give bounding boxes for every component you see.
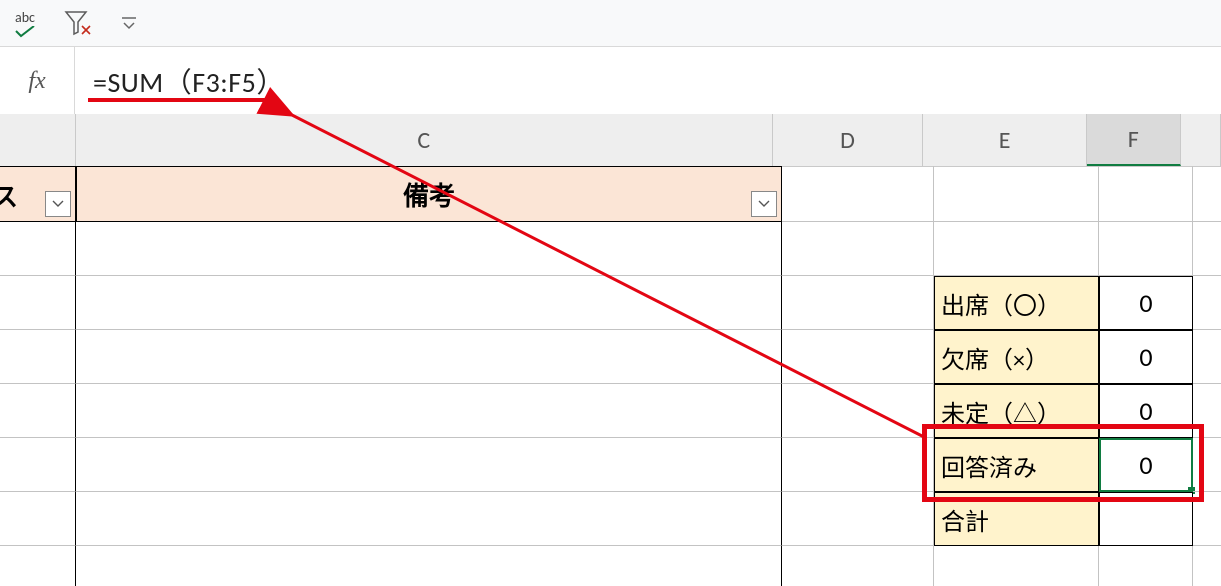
column-header-d[interactable]: D — [773, 114, 924, 166]
summary-value-cell[interactable]: 0 — [1099, 384, 1193, 438]
cell[interactable] — [782, 546, 934, 586]
cell[interactable] — [0, 546, 76, 586]
check-icon — [14, 26, 36, 38]
formula-text: =SUM（F3:F5） — [93, 61, 285, 101]
cell[interactable] — [0, 384, 76, 438]
abc-check-button[interactable]: abc — [14, 9, 36, 38]
cell[interactable] — [1193, 438, 1221, 492]
header-cell-b: 備考 — [76, 166, 782, 222]
truncated-text: ス — [0, 177, 18, 214]
fx-button[interactable]: fx — [0, 47, 75, 115]
cell[interactable] — [1193, 276, 1221, 330]
table-row: 合計 — [0, 492, 1221, 546]
table-row: 回答済み 0 — [0, 438, 1221, 492]
cell[interactable] — [76, 222, 782, 276]
abc-label: abc — [15, 9, 35, 26]
cell[interactable] — [782, 166, 934, 222]
cell[interactable] — [934, 166, 1099, 222]
cell[interactable] — [1099, 166, 1193, 222]
cell[interactable] — [782, 492, 934, 546]
cell[interactable] — [782, 330, 934, 384]
cell[interactable] — [1193, 546, 1221, 586]
table-row: ス 備考 — [0, 166, 1221, 222]
chevron-down-icon — [52, 200, 64, 208]
cell[interactable] — [0, 492, 76, 546]
summary-label-cell[interactable]: 未定（△） — [934, 384, 1099, 438]
column-header-e[interactable]: E — [923, 114, 1087, 166]
cell[interactable] — [76, 546, 782, 586]
cell[interactable] — [1193, 330, 1221, 384]
cell[interactable] — [76, 384, 782, 438]
cell[interactable] — [76, 438, 782, 492]
table-row — [0, 222, 1221, 276]
summary-label-cell[interactable]: 欠席（×） — [934, 330, 1099, 384]
table-row: 出席（〇） 0 — [0, 276, 1221, 330]
cell[interactable] — [934, 546, 1099, 586]
formula-input[interactable]: =SUM（F3:F5） — [75, 47, 1221, 115]
funnel-icon — [64, 10, 92, 36]
quick-access-toolbar: abc — [0, 0, 1221, 46]
table-row: 未定（△） 0 — [0, 384, 1221, 438]
summary-label-cell[interactable]: 回答済み — [934, 438, 1099, 492]
chevron-down-icon — [758, 200, 770, 208]
column-header-f[interactable]: F — [1087, 114, 1181, 166]
cell[interactable] — [76, 330, 782, 384]
column-header-g[interactable] — [1181, 114, 1221, 166]
filter-dropdown-button[interactable] — [751, 191, 777, 217]
cell[interactable] — [0, 438, 76, 492]
formula-bar: fx =SUM（F3:F5） — [0, 46, 1221, 116]
summary-label-cell[interactable]: 出席（〇） — [934, 276, 1099, 330]
table-row: 欠席（×） 0 — [0, 330, 1221, 384]
cell[interactable] — [934, 222, 1099, 276]
cell[interactable] — [1099, 222, 1193, 276]
filter-clear-button[interactable] — [64, 10, 92, 36]
header-cell-left: ス — [0, 166, 76, 222]
cell[interactable] — [782, 222, 934, 276]
cell[interactable] — [1193, 222, 1221, 276]
filter-dropdown-button[interactable] — [45, 191, 71, 217]
cell[interactable] — [0, 276, 76, 330]
table-row — [0, 546, 1221, 586]
summary-value-cell[interactable] — [1099, 492, 1193, 546]
column-header-blank[interactable] — [0, 114, 76, 166]
selected-cell[interactable]: 0 — [1099, 438, 1193, 492]
cell[interactable] — [76, 492, 782, 546]
cell[interactable] — [782, 276, 934, 330]
chevron-down-icon — [120, 16, 138, 30]
column-header-c[interactable]: C — [76, 114, 773, 166]
cell[interactable] — [0, 222, 76, 276]
cell[interactable] — [1099, 546, 1193, 586]
summary-label-cell[interactable]: 合計 — [934, 492, 1099, 546]
cell[interactable] — [76, 276, 782, 330]
column-header-row: C D E F — [0, 114, 1221, 167]
spreadsheet-grid[interactable]: C D E F ス 備考 — [0, 114, 1221, 586]
summary-value-cell[interactable]: 0 — [1099, 276, 1193, 330]
cell[interactable] — [1193, 384, 1221, 438]
header-label: 備考 — [403, 176, 455, 213]
cell[interactable] — [1193, 166, 1221, 222]
annotation-underline — [88, 98, 274, 102]
qat-overflow-button[interactable] — [120, 16, 138, 30]
cell[interactable] — [782, 438, 934, 492]
cell[interactable] — [782, 384, 934, 438]
summary-value-cell[interactable]: 0 — [1099, 330, 1193, 384]
cell[interactable] — [1193, 492, 1221, 546]
cell[interactable] — [0, 330, 76, 384]
